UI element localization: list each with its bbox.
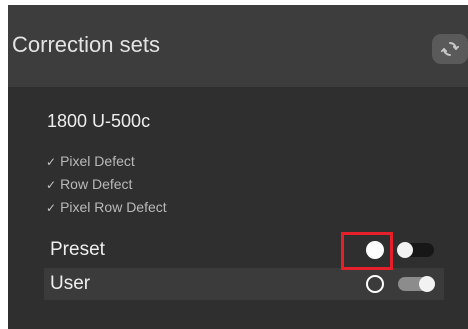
preset-toggle-switch[interactable] <box>397 242 434 258</box>
user-toggle-switch[interactable] <box>398 276 435 292</box>
user-radio-button[interactable] <box>366 275 384 293</box>
panel-title: Correction sets <box>12 32 160 57</box>
defect-item-row: ✓ Row Defect <box>46 173 167 196</box>
refresh-icon <box>441 42 459 56</box>
correction-sets-panel: Correction sets 1800 U-500c ✓ Pixel Defec… <box>8 5 468 329</box>
option-row-user[interactable]: User <box>44 268 444 300</box>
check-icon: ✓ <box>46 178 57 192</box>
defect-label: Pixel Row Defect <box>60 199 167 215</box>
defect-label: Row Defect <box>60 176 133 192</box>
check-icon: ✓ <box>46 155 57 169</box>
option-row-preset[interactable]: Preset <box>44 234 444 266</box>
defect-label: Pixel Defect <box>60 153 135 169</box>
refresh-button[interactable] <box>432 34 468 64</box>
preset-radio-button[interactable] <box>366 241 384 259</box>
defect-list: ✓ Pixel Defect ✓ Row Defect ✓ Pixel Row Def… <box>46 150 167 219</box>
toggle-knob <box>419 276 435 292</box>
option-label-user: User <box>50 273 91 294</box>
toggle-knob <box>397 242 413 258</box>
device-name: 1800 U-500c <box>47 111 151 131</box>
defect-item-pixel: ✓ Pixel Defect <box>46 150 167 173</box>
option-label-preset: Preset <box>50 239 105 260</box>
defect-item-pixel-row: ✓ Pixel Row Defect <box>46 196 167 219</box>
panel-header: Correction sets <box>8 5 468 87</box>
check-icon: ✓ <box>46 201 57 215</box>
